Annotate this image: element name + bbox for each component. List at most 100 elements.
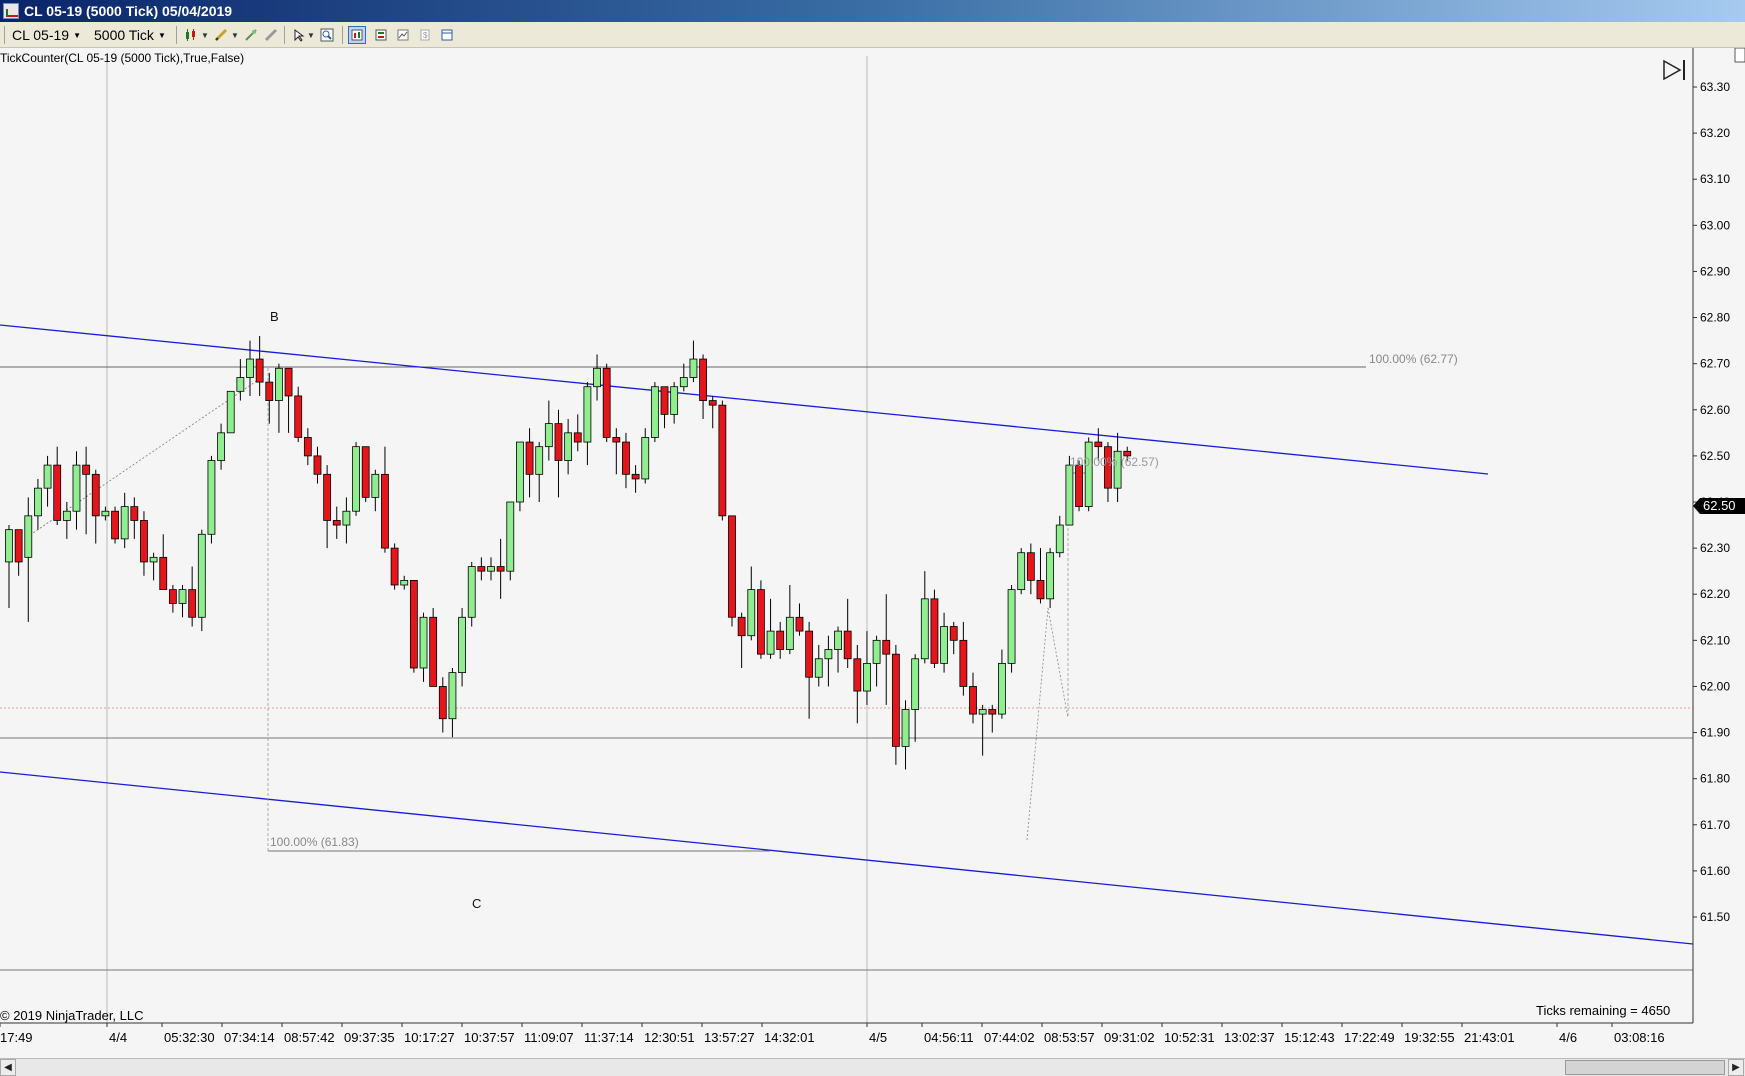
time-tick-label: 08:53:57 <box>1044 1030 1095 1045</box>
candle-body <box>757 589 765 655</box>
candle-body <box>631 473 640 480</box>
candle <box>352 442 360 516</box>
candle-body <box>679 377 688 388</box>
candle-body <box>641 437 650 480</box>
candle <box>757 580 765 659</box>
candle-body <box>265 381 274 401</box>
window-title: CL 05-19 (5000 Tick) 05/04/2019 <box>24 3 233 19</box>
time-tick-label: 05:32:30 <box>164 1030 215 1045</box>
candle-body <box>91 473 100 517</box>
candle-body <box>795 616 804 632</box>
candle-body <box>506 501 515 572</box>
alert-icon[interactable]: $ <box>416 26 434 44</box>
time-tick-label: 09:37:35 <box>344 1030 395 1045</box>
candle-body <box>988 709 997 715</box>
candle <box>207 455 216 544</box>
candle-body <box>120 506 129 540</box>
chevron-down-icon[interactable]: ▼ <box>230 26 240 44</box>
candle-body <box>361 446 370 498</box>
wave-label-c: C <box>472 896 481 911</box>
candle-body <box>554 423 563 461</box>
price-tick-label: 62.20 <box>1700 587 1730 601</box>
time-tick-label: 12:30:51 <box>644 1030 695 1045</box>
time-tick-label: 13:57:27 <box>704 1030 755 1045</box>
candle-body <box>477 566 486 572</box>
candle-body <box>34 487 42 517</box>
candle-body <box>805 630 814 678</box>
candle-body <box>853 658 862 692</box>
candle-body <box>43 464 52 489</box>
candle-body <box>159 556 168 591</box>
candle-body <box>516 441 524 503</box>
window-layout-icon[interactable] <box>438 26 456 44</box>
candle-body <box>583 386 592 443</box>
time-tick-label: 10:52:31 <box>1164 1030 1215 1045</box>
candle-body <box>882 639 891 655</box>
chart-properties-icon[interactable] <box>348 26 366 44</box>
time-tick-label: 15:12:43 <box>1284 1030 1335 1045</box>
eraser-icon[interactable] <box>262 26 280 44</box>
candle-body <box>525 441 534 475</box>
candle-body <box>766 630 775 655</box>
candle-body <box>140 520 148 563</box>
candle-body <box>82 464 91 475</box>
candle-body <box>323 473 332 521</box>
candle-body <box>496 566 505 572</box>
scroll-thumb[interactable] <box>1565 1060 1725 1075</box>
candle-body <box>911 658 920 710</box>
candle-body <box>1075 464 1083 508</box>
candle <box>516 441 524 512</box>
price-tick-label: 63.00 <box>1700 218 1730 232</box>
candle-body <box>236 377 245 392</box>
chevron-down-icon[interactable]: ▼ <box>200 26 210 44</box>
draw-tool-icon[interactable] <box>242 26 260 44</box>
price-tick-label: 63.20 <box>1700 126 1730 140</box>
time-tick-label: 10:17:27 <box>404 1030 455 1045</box>
zoom-icon[interactable] <box>318 26 336 44</box>
pencil-icon[interactable] <box>212 26 230 44</box>
candle-body <box>824 649 833 660</box>
price-tick-label: 63.10 <box>1700 172 1730 186</box>
candle-body <box>111 510 119 540</box>
candle-body <box>1007 589 1016 664</box>
candle-body <box>130 506 139 521</box>
price-tick-label: 63.30 <box>1700 80 1730 94</box>
scroll-right-arrow-icon[interactable]: ▶ <box>1728 1059 1744 1076</box>
strategy-icon[interactable] <box>394 26 412 44</box>
candle-body <box>14 529 23 563</box>
candle-body <box>390 547 399 586</box>
instrument-selector[interactable]: CL 05-19 ▼ <box>12 25 81 45</box>
price-chart[interactable]: TickCounter(CL 05-19 (5000 Tick),True,Fa… <box>0 48 1745 1058</box>
candle-body <box>226 390 235 434</box>
toolbar-separator <box>284 26 285 44</box>
candle-body <box>670 386 679 415</box>
time-tick-label: 07:44:02 <box>984 1030 1035 1045</box>
candle-body <box>178 589 187 604</box>
candle-body <box>959 639 968 687</box>
candle-body <box>978 709 987 715</box>
candle <box>197 529 206 632</box>
chevron-down-icon[interactable]: ▼ <box>306 26 316 44</box>
candle-body <box>458 616 466 674</box>
candlestick-icon[interactable] <box>182 26 200 44</box>
instrument-label: CL 05-19 <box>12 27 70 43</box>
data-box-icon[interactable] <box>372 26 390 44</box>
candle-body <box>371 473 380 498</box>
candle-body <box>168 589 177 604</box>
time-tick-label: 17:49 <box>0 1030 33 1045</box>
candle-body <box>1055 524 1064 554</box>
candle-body <box>400 579 409 586</box>
interval-selector[interactable]: 5000 Tick ▼ <box>94 25 166 45</box>
candle-body <box>863 662 871 692</box>
title-bar: CL 05-19 (5000 Tick) 05/04/2019 <box>0 0 1745 22</box>
time-tick-label: 4/6 <box>1559 1030 1577 1045</box>
candle-body <box>197 533 206 618</box>
horizontal-scrollbar[interactable]: ◀ ▶ <box>0 1058 1745 1076</box>
candle-body <box>53 464 62 521</box>
price-tick-label: 62.90 <box>1700 264 1730 278</box>
time-tick-label: 09:31:02 <box>1104 1030 1155 1045</box>
scroll-left-arrow-icon[interactable]: ◀ <box>0 1059 16 1076</box>
copyright-text: © 2019 NinjaTrader, LLC <box>0 1008 144 1023</box>
candle-body <box>650 386 659 438</box>
candle-body <box>352 446 360 512</box>
